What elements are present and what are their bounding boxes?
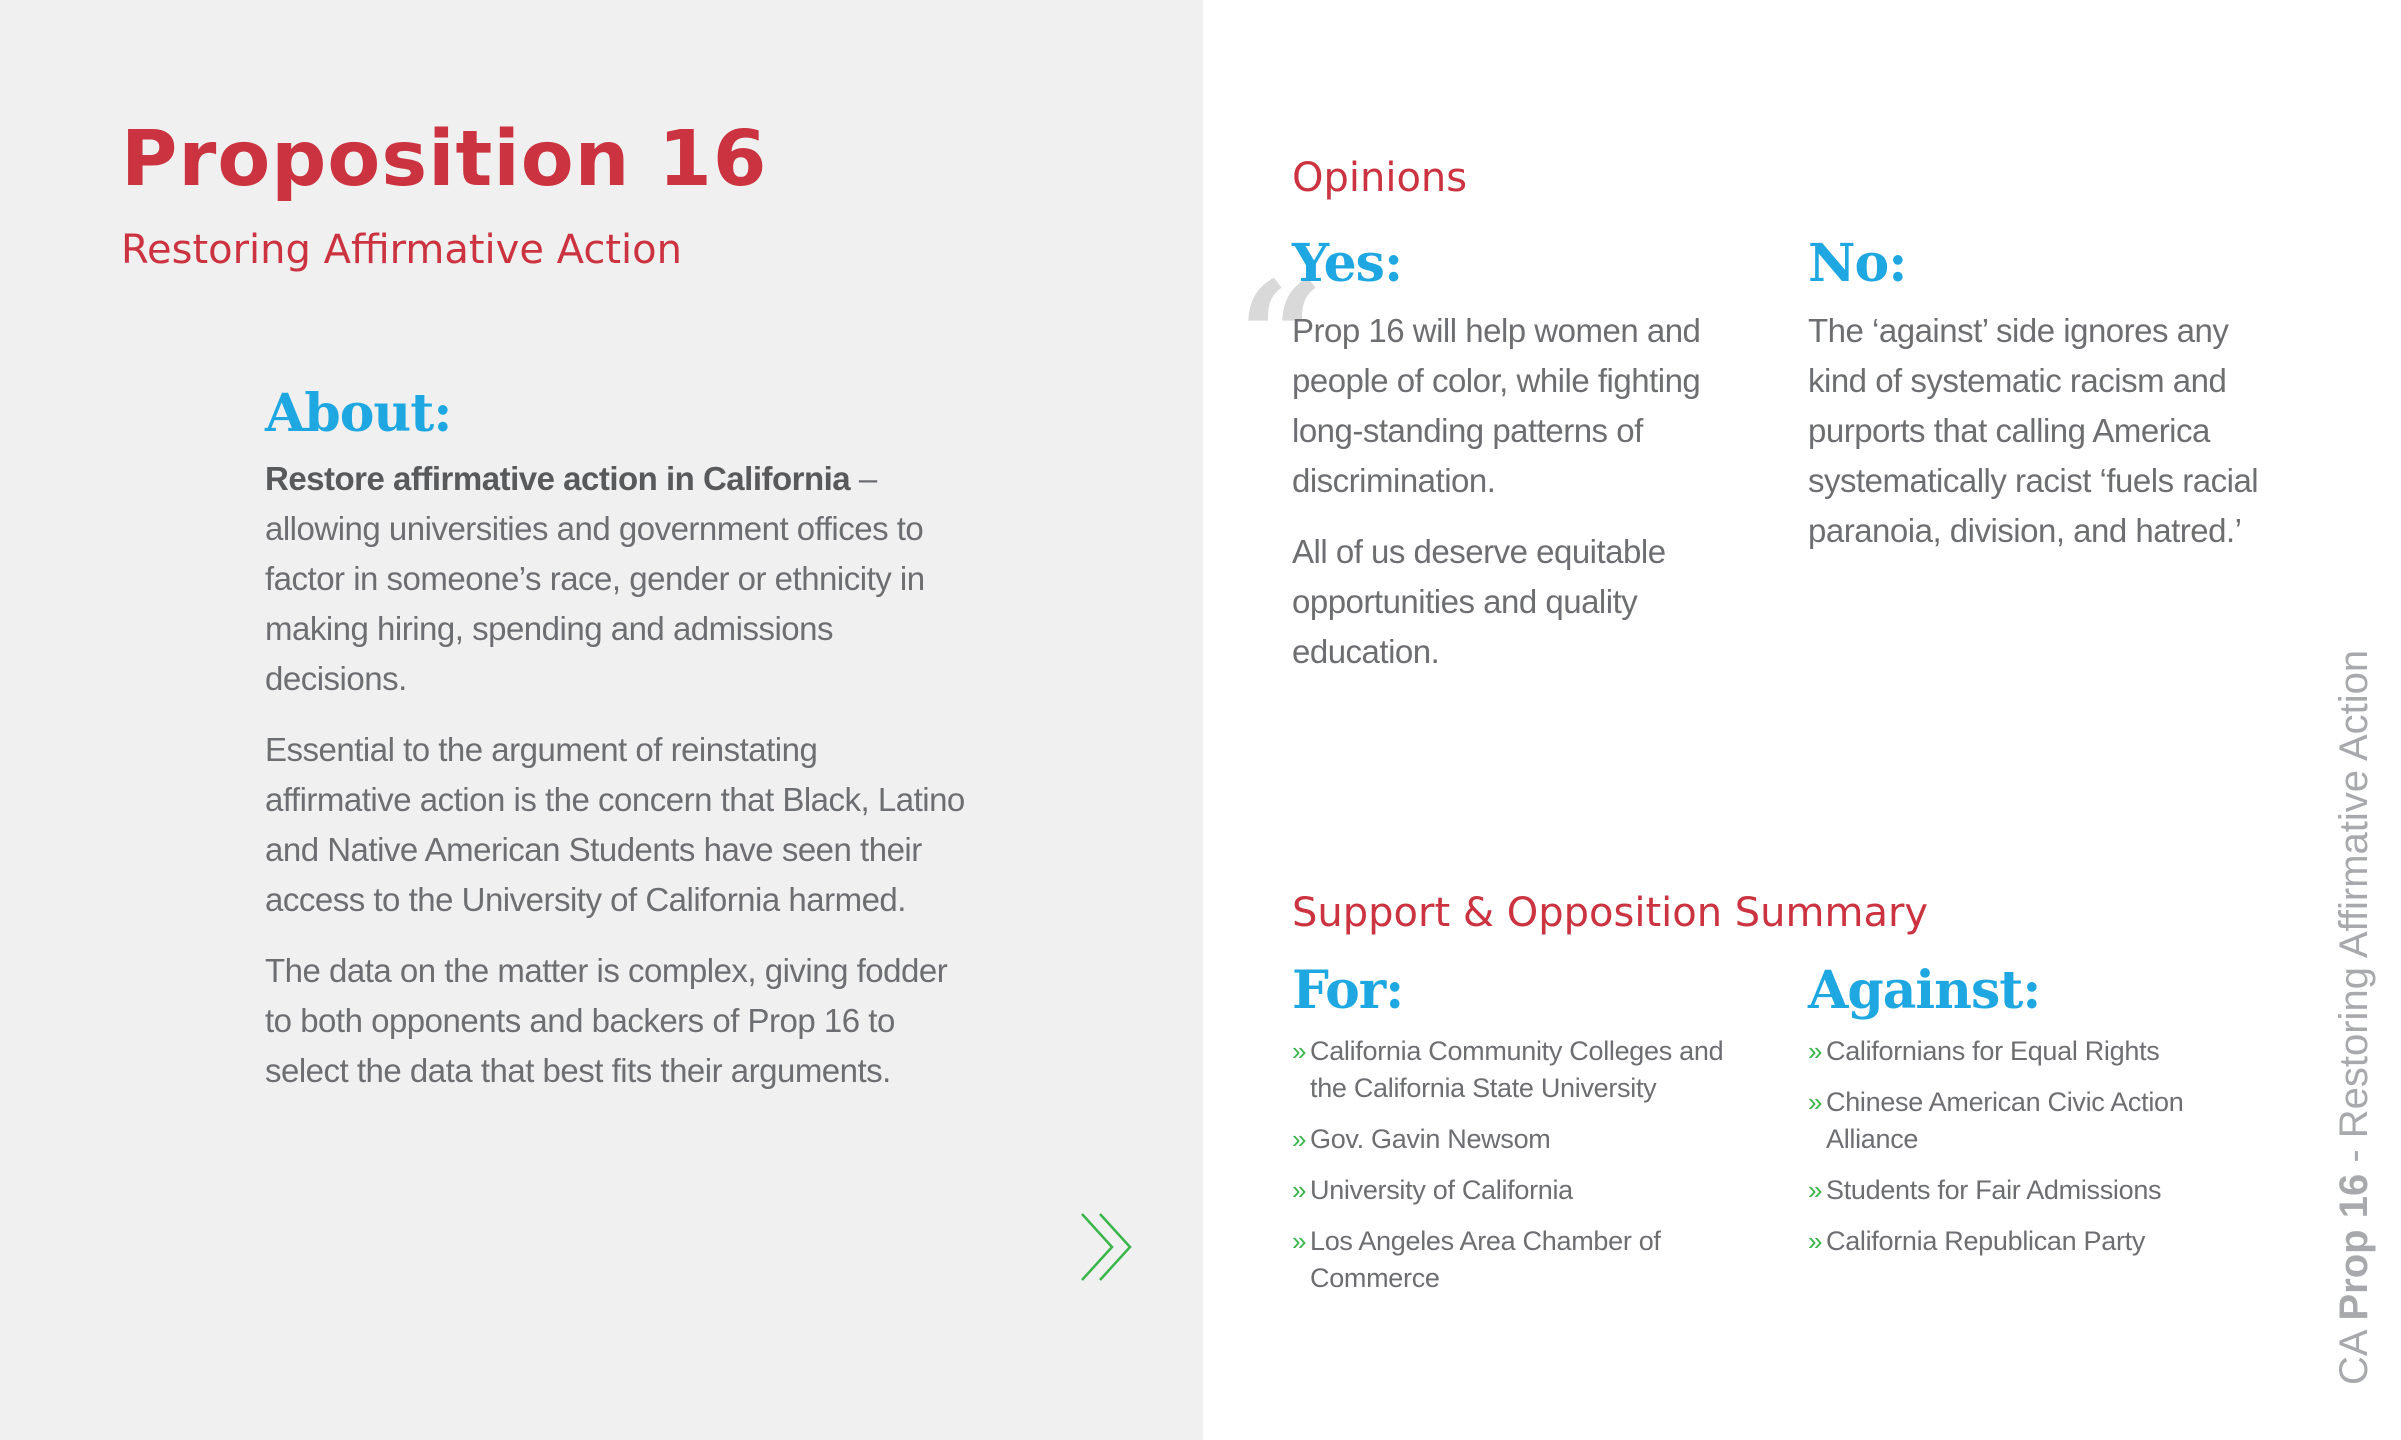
against-column: Against: » Californians for Equal Rights … <box>1808 962 2278 1274</box>
side-label: CA Prop 16 - Restoring Affirmative Actio… <box>2332 650 2377 1385</box>
summary-title: Support & Opposition Summary <box>1292 890 1929 936</box>
list-item-text: Chinese American Civic Action Alliance <box>1826 1087 2184 1155</box>
list-item: » Gov. Gavin Newsom <box>1292 1121 1762 1158</box>
list-item: » University of California <box>1292 1172 1762 1209</box>
against-heading: Against: <box>1808 960 2041 1021</box>
about-heading: About: <box>265 383 452 444</box>
about-lead-paragraph: Restore affirmative action in California… <box>265 454 965 704</box>
no-column: No: The ‘against’ side ignores any kind … <box>1808 235 2278 577</box>
no-paragraph: The ‘against’ side ignores any kind of s… <box>1808 312 2259 550</box>
for-list: » California Community Colleges and the C… <box>1292 1033 1762 1297</box>
list-item-text: Californians for Equal Rights <box>1826 1036 2160 1067</box>
list-item-text: Los Angeles Area Chamber of Commerce <box>1310 1226 1661 1294</box>
side-label-prop: Prop 16 <box>2332 1173 2376 1321</box>
yes-column: Yes: Prop 16 will help women and people … <box>1292 235 1762 698</box>
bullet-icon: » <box>1808 1036 1823 1067</box>
about-lead-bold: Restore affirmative action in California <box>265 460 851 498</box>
bullet-icon: » <box>1808 1226 1823 1257</box>
list-item: » Students for Fair Admissions <box>1808 1172 2278 1209</box>
yes-heading: Yes: <box>1292 233 1403 294</box>
opinions-title: Opinions <box>1292 155 1468 201</box>
no-heading: No: <box>1808 233 1907 294</box>
bullet-icon: » <box>1292 1175 1307 1206</box>
bullet-icon: » <box>1292 1124 1307 1155</box>
bullet-icon: » <box>1292 1036 1307 1067</box>
list-item-text: Gov. Gavin Newsom <box>1310 1124 1551 1155</box>
yes-paragraph: Prop 16 will help women and people of co… <box>1292 312 1701 500</box>
against-list: » Californians for Equal Rights » Chinese … <box>1808 1033 2278 1260</box>
for-column: For: » California Community Colleges and … <box>1292 962 1762 1311</box>
bullet-icon: » <box>1808 1087 1823 1118</box>
bullet-icon: » <box>1808 1175 1823 1206</box>
side-label-state: CA <box>2332 1331 2376 1385</box>
list-item: » Californians for Equal Rights <box>1808 1033 2278 1070</box>
list-item: » Los Angeles Area Chamber of Commerce <box>1292 1223 1762 1297</box>
yes-paragraph: All of us deserve equitable opportunitie… <box>1292 533 1666 671</box>
list-item-text: California Republican Party <box>1826 1226 2146 1257</box>
page-subtitle: Restoring Affirmative Action <box>121 227 682 273</box>
list-item-text: University of California <box>1310 1175 1573 1206</box>
about-paragraph: Essential to the argument of reinstating… <box>265 731 965 919</box>
double-chevron-right-icon[interactable] <box>1078 1212 1136 1282</box>
page-title: Proposition 16 <box>121 115 768 204</box>
list-item: » California Republican Party <box>1808 1223 2278 1260</box>
list-item-text: California Community Colleges and the Ca… <box>1310 1036 1724 1104</box>
side-label-rest: - Restoring Affirmative Action <box>2332 649 2376 1174</box>
for-heading: For: <box>1292 960 1404 1021</box>
list-item-text: Students for Fair Admissions <box>1826 1175 2162 1206</box>
bullet-icon: » <box>1292 1226 1307 1257</box>
list-item: » Chinese American Civic Action Alliance <box>1808 1084 2278 1158</box>
list-item: » California Community Colleges and the C… <box>1292 1033 1762 1107</box>
about-paragraph: The data on the matter is complex, givin… <box>265 952 948 1090</box>
about-section: About: Restore affirmative action in Cal… <box>265 385 965 1117</box>
